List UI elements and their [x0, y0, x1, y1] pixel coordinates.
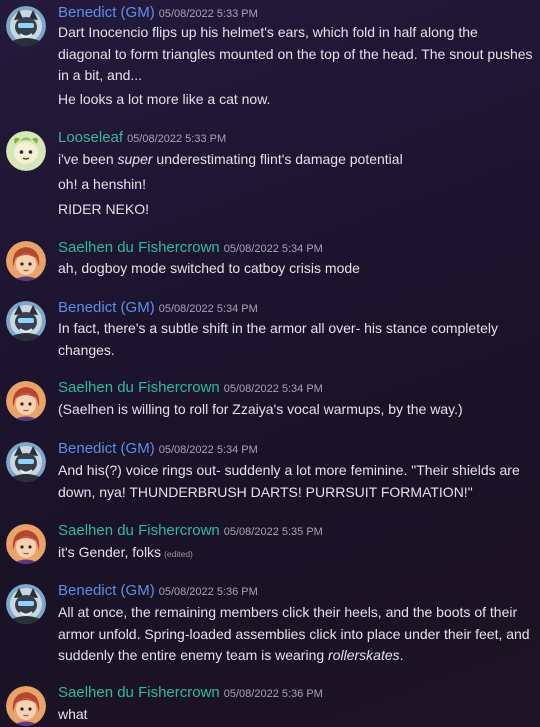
- timestamp: 05/08/2022 5:33 PM: [158, 8, 258, 20]
- message-header: Saelhen du Fishercrown 05/08/2022 5:35 PM: [58, 522, 323, 540]
- avatar[interactable]: [6, 584, 46, 624]
- message-text: i've been super underestimating flint's …: [58, 151, 403, 167]
- avatar[interactable]: [6, 686, 46, 726]
- message-header: Benedict (GM) 05/08/2022 5:34 PM: [58, 440, 258, 458]
- author-name[interactable]: Saelhen du Fishercrown: [58, 684, 220, 701]
- avatar[interactable]: [6, 301, 46, 341]
- message-header: Saelhen du Fishercrown 05/08/2022 5:34 PM: [58, 239, 323, 257]
- author-name[interactable]: Benedict (GM): [58, 440, 155, 457]
- author-name[interactable]: Saelhen du Fishercrown: [58, 379, 220, 396]
- message-header: Benedict (GM) 05/08/2022 5:33 PM: [58, 4, 258, 22]
- message-header: Saelhen du Fishercrown 05/08/2022 5:36 PM: [58, 684, 323, 702]
- message-text: In fact, there's a subtle shift in the a…: [58, 320, 498, 358]
- message-text: RIDER NEKO!: [58, 201, 150, 217]
- message-text: He looks a lot more like a cat now.: [58, 91, 271, 107]
- author-name[interactable]: Saelhen du Fishercrown: [58, 239, 220, 256]
- message-text: Dart Inocencio flips up his helmet's ear…: [58, 24, 533, 83]
- author-name[interactable]: Saelhen du Fishercrown: [58, 522, 220, 539]
- message-text: ah, dogboy mode switched to catboy crisi…: [58, 260, 360, 276]
- avatar[interactable]: [6, 442, 46, 482]
- message-text: what: [58, 706, 88, 722]
- author-name[interactable]: Benedict (GM): [58, 4, 155, 21]
- author-name[interactable]: Benedict (GM): [58, 582, 155, 599]
- timestamp: 05/08/2022 5:33 PM: [127, 133, 227, 145]
- timestamp: 05/08/2022 5:34 PM: [158, 444, 258, 456]
- author-name[interactable]: Benedict (GM): [58, 299, 155, 316]
- avatar[interactable]: [6, 381, 46, 421]
- avatar[interactable]: [6, 241, 46, 281]
- emphasis-text: rollerskates: [328, 647, 400, 663]
- message-header: Saelhen du Fishercrown 05/08/2022 5:34 PM: [58, 379, 323, 397]
- edited-label: (edited): [164, 549, 193, 559]
- message-text: it's Gender, folks (edited): [58, 544, 193, 560]
- message-header: Benedict (GM) 05/08/2022 5:34 PM: [58, 299, 258, 317]
- timestamp: 05/08/2022 5:34 PM: [158, 303, 258, 315]
- message-header: Benedict (GM) 05/08/2022 5:36 PM: [58, 582, 258, 600]
- avatar[interactable]: [6, 6, 46, 46]
- message-header: Looseleaf 05/08/2022 5:33 PM: [58, 129, 226, 147]
- timestamp: 05/08/2022 5:36 PM: [223, 688, 323, 700]
- avatar[interactable]: [6, 524, 46, 564]
- author-name[interactable]: Looseleaf: [58, 129, 123, 146]
- timestamp: 05/08/2022 5:34 PM: [223, 243, 323, 255]
- message-text: oh! a henshin!: [58, 176, 146, 192]
- timestamp: 05/08/2022 5:36 PM: [158, 586, 258, 598]
- avatar[interactable]: [6, 131, 46, 171]
- timestamp: 05/08/2022 5:34 PM: [223, 383, 323, 395]
- message-text: And his(?) voice rings out- suddenly a l…: [58, 462, 520, 500]
- message-text: (Saelhen is willing to roll for Zzaiya's…: [58, 401, 463, 417]
- timestamp: 05/08/2022 5:35 PM: [223, 526, 323, 538]
- emphasis-text: super: [117, 151, 153, 167]
- message-text: All at once, the remaining members click…: [58, 604, 530, 663]
